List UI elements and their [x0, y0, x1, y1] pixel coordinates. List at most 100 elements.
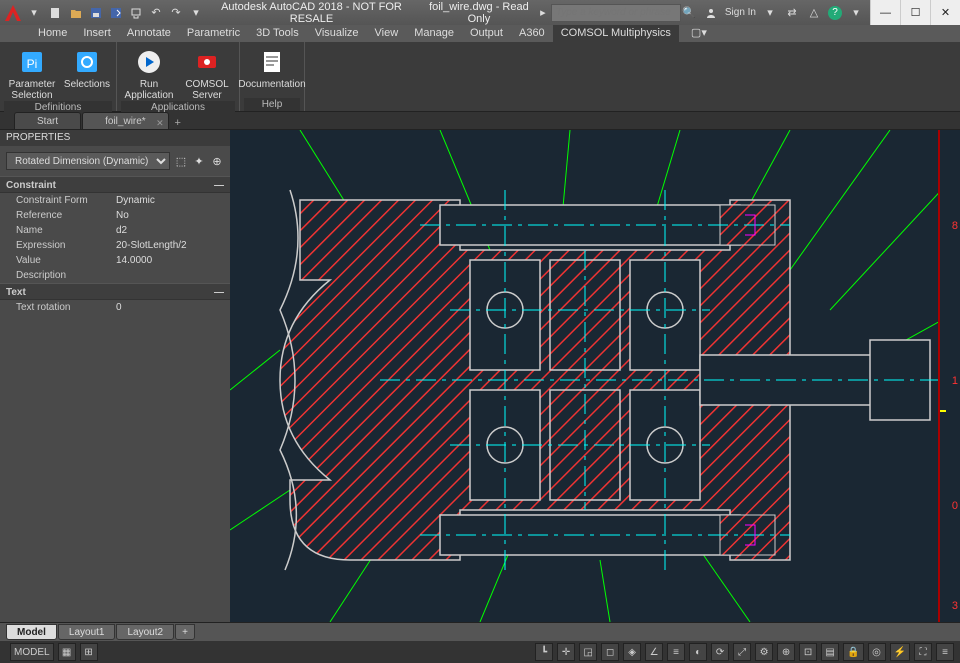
undo-icon[interactable]: ↶	[148, 5, 164, 21]
new-icon[interactable]	[48, 5, 64, 21]
quick-properties-icon[interactable]: ▤	[821, 643, 839, 661]
layout-tab-model[interactable]: Model	[6, 624, 57, 640]
drawing-canvas[interactable]: 8 1 0 3	[230, 130, 960, 622]
tab-manage[interactable]: Manage	[406, 25, 462, 42]
prop-row[interactable]: Constraint FormDynamic	[0, 193, 230, 208]
signin-button[interactable]: Sign In	[725, 7, 756, 18]
tab-view[interactable]: View	[367, 25, 407, 42]
isoplane-icon[interactable]: ◲	[579, 643, 597, 661]
redo-icon[interactable]: ↷	[168, 5, 184, 21]
run-icon	[133, 46, 165, 78]
titlebar: ▾ ↶ ↷ ▾ Autodesk AutoCAD 2018 - NOT FOR …	[0, 0, 960, 25]
tab-featured[interactable]: ▢▾	[679, 25, 719, 42]
layout-tab-layout2[interactable]: Layout2	[116, 624, 174, 640]
ribbon: Pi Parameter Selection Selections Defini…	[0, 42, 960, 112]
tab-home[interactable]: Home	[30, 25, 75, 42]
tab-comsol[interactable]: COMSOL Multiphysics	[553, 25, 679, 42]
tab-output[interactable]: Output	[462, 25, 511, 42]
close-button[interactable]: ✕	[930, 0, 960, 25]
properties-header: PROPERTIES	[0, 130, 230, 146]
exchange-icon[interactable]: ⇄	[784, 5, 800, 21]
prop-row[interactable]: Description	[0, 268, 230, 283]
saveas-icon[interactable]	[108, 5, 124, 21]
prop-row[interactable]: Expression20-SlotLength/2	[0, 238, 230, 253]
polar-icon[interactable]: ✛	[557, 643, 575, 661]
minimize-button[interactable]: —	[870, 0, 900, 25]
toggle-pickadd-icon[interactable]: ⊕	[210, 153, 224, 169]
layout-tabs: Model Layout1 Layout2 +	[0, 622, 960, 640]
tab-visualize[interactable]: Visualize	[307, 25, 367, 42]
workspace-icon[interactable]: ⚙	[755, 643, 773, 661]
svg-text:Pi: Pi	[27, 57, 38, 71]
search-input[interactable]	[551, 4, 681, 22]
search-chevron-icon[interactable]: ▸	[535, 5, 551, 21]
documentation-button[interactable]: Documentation	[244, 44, 300, 98]
isolate-icon[interactable]: ◎	[868, 643, 886, 661]
close-icon[interactable]: ✕	[156, 115, 164, 132]
selections-button[interactable]: Selections	[62, 44, 112, 101]
user-icon[interactable]	[703, 5, 719, 21]
properties-toolbar: Rotated Dimension (Dynamic) ⬚ ✦ ⊕	[0, 146, 230, 176]
qat-dropdown-icon[interactable]: ▾	[188, 5, 204, 21]
doc-tab-foilwire[interactable]: foil_wire*✕	[82, 112, 169, 129]
clean-screen-icon[interactable]: ⛶	[914, 643, 932, 661]
title-right: Sign In ▾ ⇄ △ ? ▾	[697, 5, 870, 21]
app-logo[interactable]	[0, 0, 26, 25]
tab-3dtools[interactable]: 3D Tools	[248, 25, 307, 42]
osnap-icon[interactable]: ◻	[601, 643, 619, 661]
a360-icon[interactable]: △	[806, 5, 822, 21]
signin-dropdown-icon[interactable]: ▾	[762, 5, 778, 21]
object-type-select[interactable]: Rotated Dimension (Dynamic)	[6, 152, 170, 170]
run-application-button[interactable]: Run Application	[121, 44, 177, 101]
cycling-icon[interactable]: ⟳	[711, 643, 729, 661]
select-objects-icon[interactable]: ✦	[192, 153, 206, 169]
lineweight-icon[interactable]: ≡	[667, 643, 685, 661]
3dosnap-icon[interactable]: ◈	[623, 643, 641, 661]
new-tab-button[interactable]: +	[170, 117, 186, 129]
tab-parametric[interactable]: Parametric	[179, 25, 248, 42]
customize-icon[interactable]: ≡	[936, 643, 954, 661]
comsol-server-button[interactable]: COMSOL Server	[179, 44, 235, 101]
save-icon[interactable]	[88, 5, 104, 21]
units-icon[interactable]: ⊡	[799, 643, 817, 661]
prop-row[interactable]: Named2	[0, 223, 230, 238]
annotation-monitor-icon[interactable]: ⊕	[777, 643, 795, 661]
hardware-accel-icon[interactable]: ⚡	[890, 643, 910, 661]
app-menu-dropdown-icon[interactable]: ▾	[26, 5, 42, 21]
doc-tab-start[interactable]: Start	[14, 112, 81, 129]
help-icon[interactable]: ?	[828, 6, 842, 20]
ribbon-panel-definitions: Pi Parameter Selection Selections Defini…	[0, 42, 117, 111]
statusbar: MODEL ▦ ⊞ ┗ ✛ ◲ ◻ ◈ ∠ ≡ ◐ ⟳ ⤢ ⚙ ⊕ ⊡ ▤ 🔒 …	[0, 640, 960, 663]
quick-select-icon[interactable]: ⬚	[174, 153, 188, 169]
tab-a360[interactable]: A360	[511, 25, 553, 42]
section-constraint[interactable]: Constraint—	[0, 176, 230, 193]
app-title-text: Autodesk AutoCAD 2018 - NOT FOR RESALE	[210, 1, 413, 25]
lock-ui-icon[interactable]: 🔒	[843, 643, 863, 661]
grid-icon[interactable]: ▦	[58, 643, 76, 661]
tab-insert[interactable]: Insert	[75, 25, 119, 42]
ortho-icon[interactable]: ┗	[535, 643, 553, 661]
add-layout-button[interactable]: +	[175, 624, 195, 640]
ribbon-tabs: Home Insert Annotate Parametric 3D Tools…	[0, 25, 960, 42]
properties-palette: PROPERTIES Rotated Dimension (Dynamic) ⬚…	[0, 130, 230, 622]
prop-row[interactable]: ReferenceNo	[0, 208, 230, 223]
prop-row[interactable]: Text rotation0	[0, 300, 230, 315]
help-dropdown-icon[interactable]: ▾	[848, 5, 864, 21]
plot-icon[interactable]	[128, 5, 144, 21]
annotation-scale-icon[interactable]: ⤢	[733, 643, 751, 661]
doc-title-text: foil_wire.dwg - Read Only	[423, 1, 535, 25]
transparency-icon[interactable]: ◐	[689, 643, 707, 661]
parameter-selection-button[interactable]: Pi Parameter Selection	[4, 44, 60, 101]
search-icon[interactable]: 🔍	[681, 5, 697, 21]
otrack-icon[interactable]: ∠	[645, 643, 663, 661]
tab-annotate[interactable]: Annotate	[119, 25, 179, 42]
model-space-button[interactable]: MODEL	[10, 643, 54, 661]
doc-icon	[256, 46, 288, 78]
layout-tab-layout1[interactable]: Layout1	[58, 624, 116, 640]
open-icon[interactable]	[68, 5, 84, 21]
snap-icon[interactable]: ⊞	[80, 643, 98, 661]
maximize-button[interactable]: ☐	[900, 0, 930, 25]
window-title: Autodesk AutoCAD 2018 - NOT FOR RESALE f…	[210, 1, 535, 25]
section-text[interactable]: Text—	[0, 283, 230, 300]
prop-row[interactable]: Value14.0000	[0, 253, 230, 268]
